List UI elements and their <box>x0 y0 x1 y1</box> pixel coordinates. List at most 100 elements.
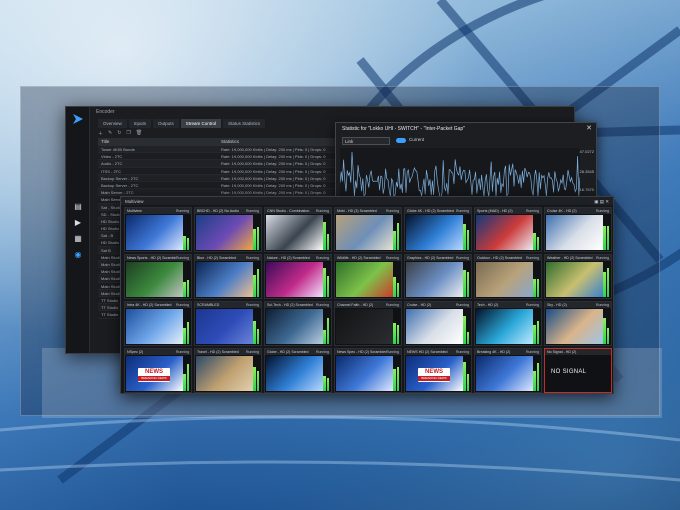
chart-icon[interactable]: ▤ <box>66 199 90 215</box>
audio-meter <box>253 361 259 391</box>
video-thumbnail <box>266 309 323 344</box>
app-logo-icon <box>73 114 83 124</box>
multiviewer-tile[interactable]: Nature - HD (2) Scrambled Running <box>264 254 332 299</box>
audio-level-bar <box>323 222 326 250</box>
video-thumbnail <box>476 215 533 250</box>
copy-icon[interactable]: ❐ <box>126 130 130 137</box>
audio-level-bar <box>533 325 536 344</box>
row-title: Tower 4K50 Bunde <box>101 147 135 152</box>
audio-meter <box>533 220 539 250</box>
audio-level-bar <box>256 371 259 391</box>
status-badge: Running <box>315 209 329 213</box>
multiviewer-tile[interactable]: Blue - HD (2) Scrambled Running <box>194 254 262 299</box>
multiviewer-tile[interactable]: Weather - HD (2) Scrambled Running <box>544 254 612 299</box>
audio-level-bar <box>396 223 399 250</box>
tile-label: No Signal - HD (2) <box>545 349 611 355</box>
multiviewer-tile[interactable]: News Spec - HD (2) Scrambled Running <box>334 348 402 393</box>
audio-level-bar <box>183 282 186 297</box>
audio-level-bar <box>466 230 469 250</box>
table-row[interactable]: Backup Server - 2TC Rate: 19,000,000 Kbit… <box>98 174 368 182</box>
status-badge: Running <box>245 303 259 307</box>
chart-axis: 47.0272 28.3545 16.7670 <box>578 147 594 203</box>
multiviewer-tile[interactable]: Sky - HD (2) Running <box>544 301 612 346</box>
multiviewer-tile[interactable]: BBCHD - HD (2) No Audio Running <box>194 207 262 252</box>
audio-level-bar <box>603 318 606 344</box>
video-thumbnail <box>336 262 393 297</box>
delete-icon[interactable]: 🗑 <box>136 130 142 137</box>
multiviewer-tile[interactable]: Outdoor - HD (2) Scrambled Running <box>474 254 542 299</box>
row-title: Audio - 2TC <box>101 161 123 167</box>
close-icon[interactable]: ✕ <box>586 124 592 132</box>
multiviewer-tile[interactable]: Globe 4K - HD (2) Scrambled Running <box>404 207 472 252</box>
table-row[interactable]: Tower 4K50 Bunde Rate: 19,000,000 Kbit/s … <box>98 146 368 154</box>
status-badge: Running <box>525 303 539 307</box>
audio-level-bar <box>603 226 606 250</box>
multiviewer-tile[interactable]: No Signal - HD (2) NO SIGNAL <box>544 348 612 393</box>
video-thumbnail <box>476 309 533 344</box>
multiviewer-tile[interactable]: NSpec (2) Running NEWS BREAKING NEWS <box>124 348 192 393</box>
audio-level-bar <box>396 283 399 297</box>
multiviewer-tile[interactable]: Tech - HD (2) Running <box>474 301 542 346</box>
link-select[interactable]: Link <box>342 137 390 145</box>
status-badge: Running <box>315 256 329 260</box>
audio-level-bar <box>533 279 536 297</box>
status-badge: Running <box>245 256 259 260</box>
multiviewer-tile[interactable]: Sports (MAD) - HD (2) Running <box>474 207 542 252</box>
video-thumbnail <box>196 309 253 344</box>
multiviewer-tile[interactable]: Graphics - HD (2) Scrambled Running <box>404 254 472 299</box>
status-badge: Running <box>525 209 539 213</box>
table-row[interactable]: Backup Server - 2TC Rate: 19,000,000 Kbit… <box>98 182 368 190</box>
status-badge: Running <box>315 303 329 307</box>
video-thumbnail <box>196 262 253 297</box>
grid-icon[interactable]: ▦ <box>66 231 90 247</box>
news-logo: NEWS BREAKING NEWS <box>418 368 450 382</box>
multiviewer-tile[interactable]: Travel - HD (2) Scrambled Running <box>194 348 262 393</box>
multiviewer-tile[interactable]: NEWS HD (2) Scrambled Running NEWS BREAKING… <box>404 348 472 393</box>
multiviewer-grid: Multiview Running BBCHD - HD (2) No Audio R… <box>124 207 612 393</box>
multiviewer-tile[interactable]: Cruise 4K - HD (2) Running <box>544 207 612 252</box>
audio-level-bar <box>256 329 259 344</box>
multiviewer-tile[interactable]: Intra 4K - HD (2) Scrambled Running <box>124 301 192 346</box>
current-toggle[interactable] <box>396 138 406 143</box>
multiviewer-tile[interactable]: SCRAMBLED Running <box>194 301 262 346</box>
add-icon[interactable]: ＋ <box>98 130 103 137</box>
window-controls[interactable]: ▣ ▤ ✕ <box>594 199 609 204</box>
multiviewer-tile[interactable]: Sci-Tech - HD (2) Scrambled Running <box>264 301 332 346</box>
edit-icon[interactable]: ✎ <box>108 130 112 137</box>
audio-level-bar <box>326 378 329 391</box>
multiviewer-tile[interactable]: Cruise - HD (2) Running <box>404 301 472 346</box>
multiviewer-tile[interactable]: Multiview Running <box>124 207 192 252</box>
tab-status-statistics[interactable]: Status Statistics <box>223 119 266 128</box>
multiviewer-tile[interactable]: Breaking 4K - HD (2) Running <box>474 348 542 393</box>
multiviewer-tile[interactable]: Wildlife - HD (2) Scrambled Running <box>334 254 402 299</box>
multiviewer-tile[interactable]: News Sports - HD (2) Scrambled Running <box>124 254 192 299</box>
table-row[interactable]: Audio - 2TC Rate: 19,000,000 Kbit/s | Del… <box>98 160 368 168</box>
audio-level-bar <box>326 318 329 344</box>
table-row[interactable]: Video - 2TC Rate: 19,000,000 Kbit/s | Del… <box>98 153 368 161</box>
audio-level-bar <box>606 268 609 297</box>
multiviewer-tile[interactable]: Channel Faith - HD (2) Running <box>334 301 402 346</box>
globe-icon[interactable]: ◉ <box>66 247 90 263</box>
video-thumbnail <box>266 215 323 250</box>
column-title[interactable]: Title <box>98 138 218 146</box>
tab-inputs[interactable]: Inputs <box>128 119 152 128</box>
refresh-icon[interactable]: ↻ <box>117 130 121 137</box>
tab-outputs[interactable]: Outputs <box>153 119 179 128</box>
app-tabs: Overview Inputs Outputs Stream Control S… <box>98 119 266 128</box>
table-row[interactable]: ITSS - 2TC Rate: 19,000,000 Kbit/s | Dela… <box>98 168 368 175</box>
multiviewer-tile[interactable]: Globe - HD (2) Scrambled Running <box>264 348 332 393</box>
axis-label-low: 16.7670 <box>579 187 594 192</box>
video-thumbnail <box>476 262 533 297</box>
audio-meter <box>253 267 259 297</box>
audio-meter <box>323 267 329 297</box>
audio-level-bar <box>536 321 539 344</box>
audio-level-bar <box>393 323 396 344</box>
video-camera-icon[interactable]: ▶ <box>66 215 90 231</box>
audio-meter <box>183 267 189 297</box>
tab-overview[interactable]: Overview <box>98 119 127 128</box>
multiviewer-tile[interactable]: CNN Studio - Combination Running <box>264 207 332 252</box>
multiviewer-tile[interactable]: Mobi - HD (3) Scrambled Running <box>334 207 402 252</box>
tab-stream-control[interactable]: Stream Control <box>180 119 222 128</box>
status-badge: Running <box>455 256 469 260</box>
news-logo-text: NEWS <box>145 369 163 375</box>
